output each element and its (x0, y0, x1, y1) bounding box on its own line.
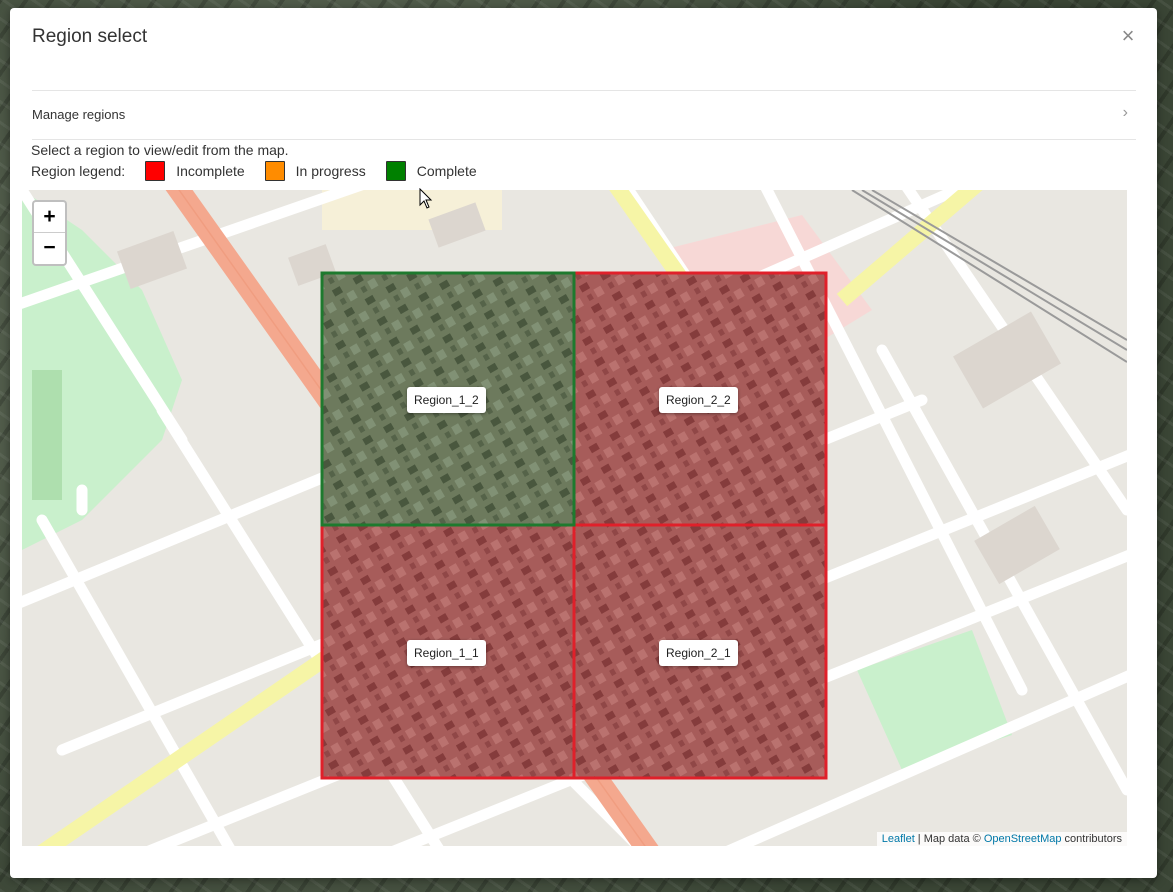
modal-title: Region select (32, 26, 148, 47)
close-icon[interactable]: × (1119, 25, 1137, 47)
zoom-control: + − (32, 200, 67, 266)
regions-overlay (320, 271, 828, 780)
osm-link[interactable]: OpenStreetMap (984, 833, 1062, 845)
legend-item-label: Incomplete (176, 163, 245, 179)
map-attribution: Leaflet | Map data © OpenStreetMap contr… (876, 832, 1127, 846)
legend-item-complete: Complete (385, 161, 477, 181)
chevron-right-icon: › (1122, 104, 1128, 121)
zoom-out-button[interactable]: − (34, 233, 65, 263)
leaflet-link[interactable]: Leaflet (882, 833, 915, 845)
legend-item-incomplete: Incomplete (145, 161, 245, 181)
legend-swatch-in-progress (264, 161, 285, 181)
map-view[interactable]: + − Region_1_2 Region_2_2 Region_1_1 Reg… (22, 190, 1127, 846)
legend-swatch-incomplete (145, 161, 166, 181)
region-label-2-1[interactable]: Region_2_1 (659, 640, 738, 666)
legend-swatch-complete (385, 161, 406, 181)
region-label-2-2[interactable]: Region_2_2 (659, 387, 738, 413)
attribution-separator: | Map data © (914, 833, 984, 845)
mouse-cursor-icon (419, 188, 433, 209)
zoom-in-button[interactable]: + (34, 202, 65, 233)
region-legend: Region legend: Incomplete In progress Co… (31, 160, 497, 182)
attribution-suffix: contributors (1061, 833, 1122, 845)
legend-item-label: Complete (416, 163, 477, 179)
legend-item-in-progress: In progress (264, 161, 366, 181)
legend-item-label: In progress (295, 163, 366, 179)
manage-regions-row[interactable]: Manage regions › (32, 90, 1136, 140)
region-label-1-2[interactable]: Region_1_2 (407, 387, 486, 413)
manage-regions-label: Manage regions (32, 107, 126, 122)
instructions-text: Select a region to view/edit from the ma… (31, 142, 289, 158)
legend-label: Region legend: (31, 163, 126, 179)
region-label-1-1[interactable]: Region_1_1 (407, 640, 486, 666)
